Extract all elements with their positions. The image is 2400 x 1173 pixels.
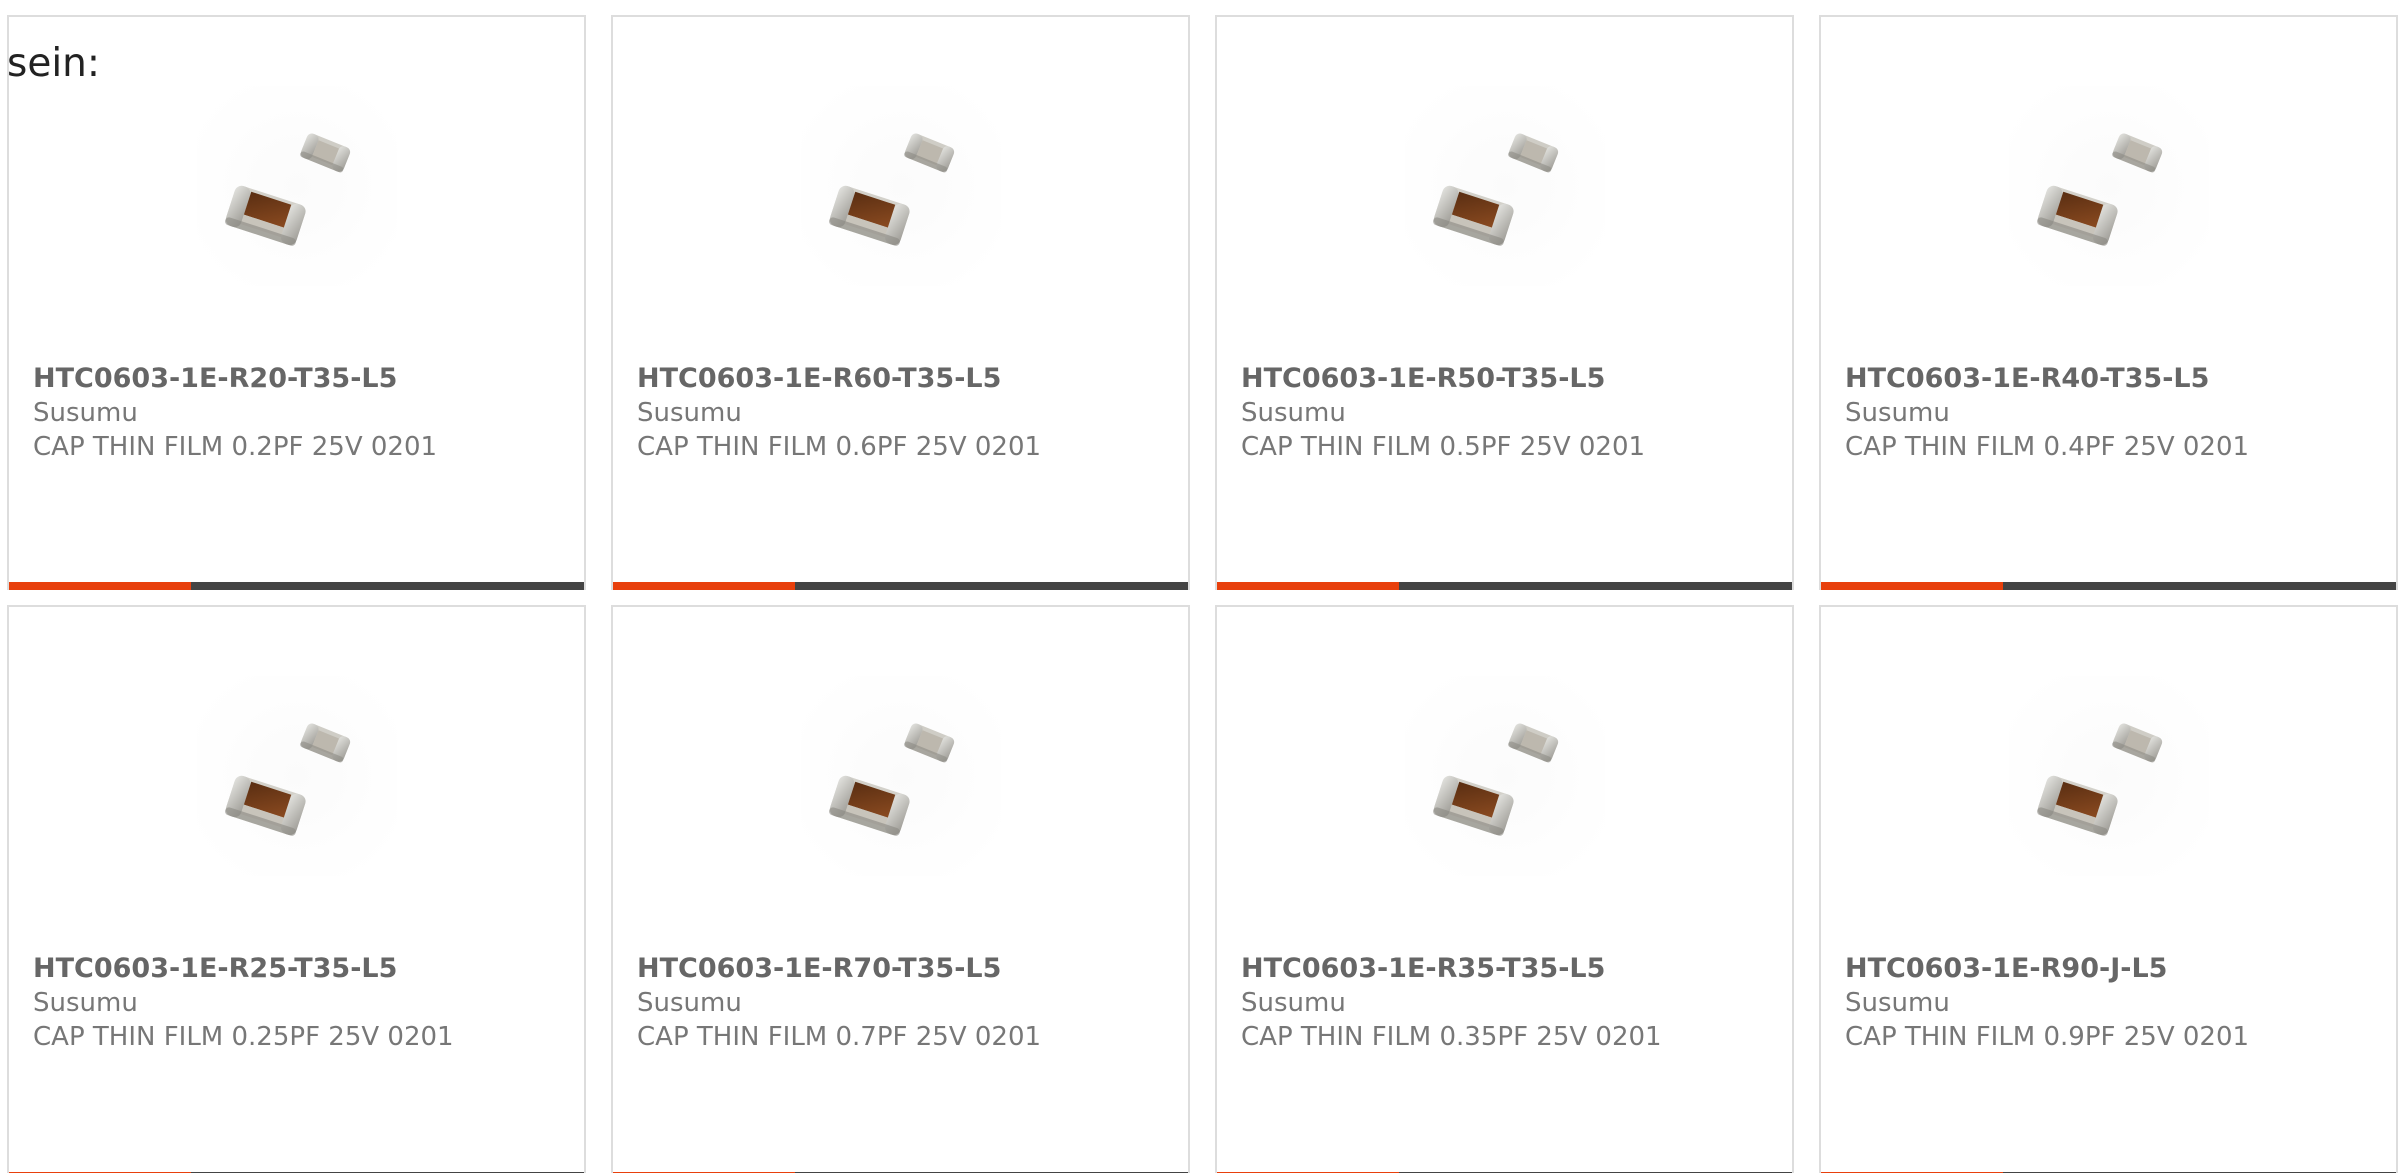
part-number-link[interactable]: HTC0603-1E-R25-T35-L5	[33, 952, 574, 986]
part-number-link[interactable]: HTC0603-1E-R40-T35-L5	[1845, 362, 2386, 396]
part-number-link[interactable]: HTC0603-1E-R60-T35-L5	[637, 362, 1178, 396]
product-info: HTC0603-1E-R70-T35-L5 Susumu CAP THIN FILM…	[637, 952, 1178, 1054]
accent-bar-orange	[1821, 582, 2003, 590]
manufacturer-name: Susumu	[1241, 988, 1346, 1018]
card-accent-bar	[1217, 582, 1792, 590]
product-description: CAP THIN FILM 0.25PF 25V 0201	[33, 1022, 454, 1052]
accent-bar-orange	[613, 582, 795, 590]
product-info: HTC0603-1E-R50-T35-L5 Susumu CAP THIN FILM…	[1241, 362, 1782, 464]
manufacturer-name: Susumu	[33, 988, 138, 1018]
manufacturer-name: Susumu	[637, 988, 742, 1018]
manufacturer-name: Susumu	[1845, 988, 1950, 1018]
card-accent-bar	[613, 582, 1188, 590]
product-card[interactable]: HTC0603-1E-R90-J-L5 Susumu CAP THIN FILM 0…	[1819, 605, 2398, 1173]
card-accent-bar	[1821, 582, 2396, 590]
product-info: HTC0603-1E-R90-J-L5 Susumu CAP THIN FILM 0…	[1845, 952, 2386, 1054]
accent-bar-orange	[1217, 582, 1399, 590]
product-description: CAP THIN FILM 0.7PF 25V 0201	[637, 1022, 1042, 1052]
product-info: HTC0603-1E-R40-T35-L5 Susumu CAP THIN FILM…	[1845, 362, 2386, 464]
product-grid: HTC0603-1E-R20-T35-L5 Susumu CAP THIN FILM…	[7, 15, 2398, 1173]
product-grid-page: sein: HTC0603-1E-R20-T35-L5 Susumu CAP T…	[0, 0, 2400, 1173]
product-info: HTC0603-1E-R60-T35-L5 Susumu CAP THIN FILM…	[637, 362, 1178, 464]
product-card[interactable]: HTC0603-1E-R40-T35-L5 Susumu CAP THIN FILM…	[1819, 15, 2398, 590]
product-card[interactable]: HTC0603-1E-R50-T35-L5 Susumu CAP THIN FILM…	[1215, 15, 1794, 590]
product-card[interactable]: HTC0603-1E-R35-T35-L5 Susumu CAP THIN FILM…	[1215, 605, 1794, 1173]
product-card[interactable]: HTC0603-1E-R20-T35-L5 Susumu CAP THIN FILM…	[7, 15, 586, 590]
capacitor-chip-image[interactable]	[1405, 676, 1605, 876]
product-description: CAP THIN FILM 0.2PF 25V 0201	[33, 432, 438, 462]
product-card[interactable]: HTC0603-1E-R25-T35-L5 Susumu CAP THIN FILM…	[7, 605, 586, 1173]
card-accent-bar	[9, 582, 584, 590]
part-number-link[interactable]: HTC0603-1E-R35-T35-L5	[1241, 952, 1782, 986]
accent-bar-dark	[1399, 582, 1792, 590]
part-number-link[interactable]: HTC0603-1E-R20-T35-L5	[33, 362, 574, 396]
product-info: HTC0603-1E-R35-T35-L5 Susumu CAP THIN FILM…	[1241, 952, 1782, 1054]
product-description: CAP THIN FILM 0.35PF 25V 0201	[1241, 1022, 1662, 1052]
capacitor-chip-image[interactable]	[801, 86, 1001, 286]
accent-bar-orange	[9, 582, 191, 590]
product-card[interactable]: HTC0603-1E-R60-T35-L5 Susumu CAP THIN FILM…	[611, 15, 1190, 590]
product-description: CAP THIN FILM 0.5PF 25V 0201	[1241, 432, 1646, 462]
part-number-link[interactable]: HTC0603-1E-R50-T35-L5	[1241, 362, 1782, 396]
accent-bar-dark	[795, 582, 1188, 590]
intro-text: sein:	[7, 41, 101, 86]
capacitor-chip-image[interactable]	[197, 676, 397, 876]
manufacturer-name: Susumu	[33, 398, 138, 428]
capacitor-chip-image[interactable]	[197, 86, 397, 286]
manufacturer-name: Susumu	[1845, 398, 1950, 428]
part-number-link[interactable]: HTC0603-1E-R70-T35-L5	[637, 952, 1178, 986]
capacitor-chip-image[interactable]	[2009, 676, 2209, 876]
product-description: CAP THIN FILM 0.9PF 25V 0201	[1845, 1022, 2250, 1052]
manufacturer-name: Susumu	[1241, 398, 1346, 428]
product-description: CAP THIN FILM 0.6PF 25V 0201	[637, 432, 1042, 462]
product-description: CAP THIN FILM 0.4PF 25V 0201	[1845, 432, 2250, 462]
product-info: HTC0603-1E-R25-T35-L5 Susumu CAP THIN FILM…	[33, 952, 574, 1054]
accent-bar-dark	[191, 582, 584, 590]
accent-bar-dark	[2003, 582, 2396, 590]
manufacturer-name: Susumu	[637, 398, 742, 428]
product-info: HTC0603-1E-R20-T35-L5 Susumu CAP THIN FILM…	[33, 362, 574, 464]
capacitor-chip-image[interactable]	[2009, 86, 2209, 286]
product-card[interactable]: HTC0603-1E-R70-T35-L5 Susumu CAP THIN FILM…	[611, 605, 1190, 1173]
capacitor-chip-image[interactable]	[1405, 86, 1605, 286]
capacitor-chip-image[interactable]	[801, 676, 1001, 876]
part-number-link[interactable]: HTC0603-1E-R90-J-L5	[1845, 952, 2386, 986]
